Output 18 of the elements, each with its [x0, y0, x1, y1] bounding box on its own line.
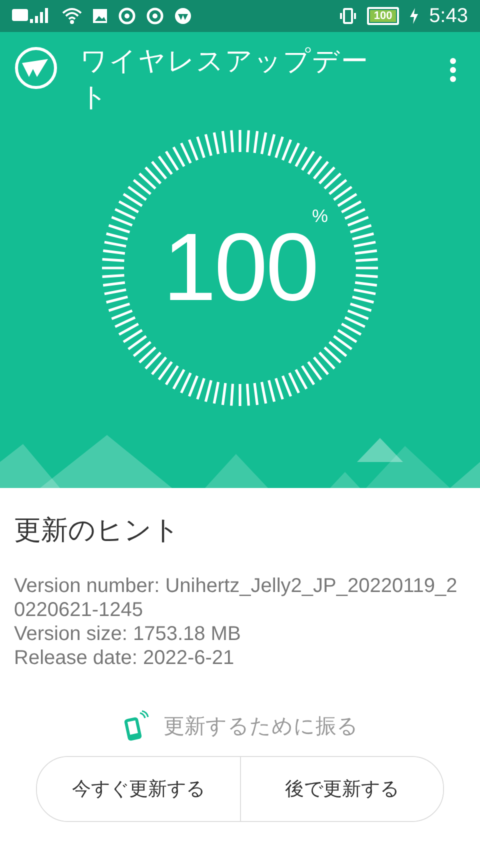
- shake-phone-icon: [122, 710, 150, 742]
- vibrate-icon: [339, 8, 358, 24]
- app-title: ワイヤレスアップデート: [80, 45, 370, 115]
- logo-icon: [174, 7, 192, 25]
- app-icon: [118, 7, 136, 25]
- wifi-icon: [62, 7, 82, 25]
- charging-icon: [409, 8, 420, 24]
- clock: 5:43: [429, 4, 468, 28]
- info-line: Version size: 1753.18 MB: [14, 622, 242, 646]
- section-heading: 更新のヒント: [14, 514, 181, 548]
- shake-hint: 更新するために振る: [164, 713, 358, 740]
- app-icon: [146, 7, 164, 25]
- info-line: Release date: 2022-6-21: [14, 646, 236, 670]
- update-button[interactable]: 今すぐ更新する: [37, 757, 240, 821]
- image-icon: [92, 8, 108, 24]
- battery-icon: 100: [367, 7, 400, 25]
- info-line: Version number: Unihertz_Jelly2_JP_20220119_20220621-1245: [14, 574, 458, 622]
- logo-icon: [14, 46, 58, 90]
